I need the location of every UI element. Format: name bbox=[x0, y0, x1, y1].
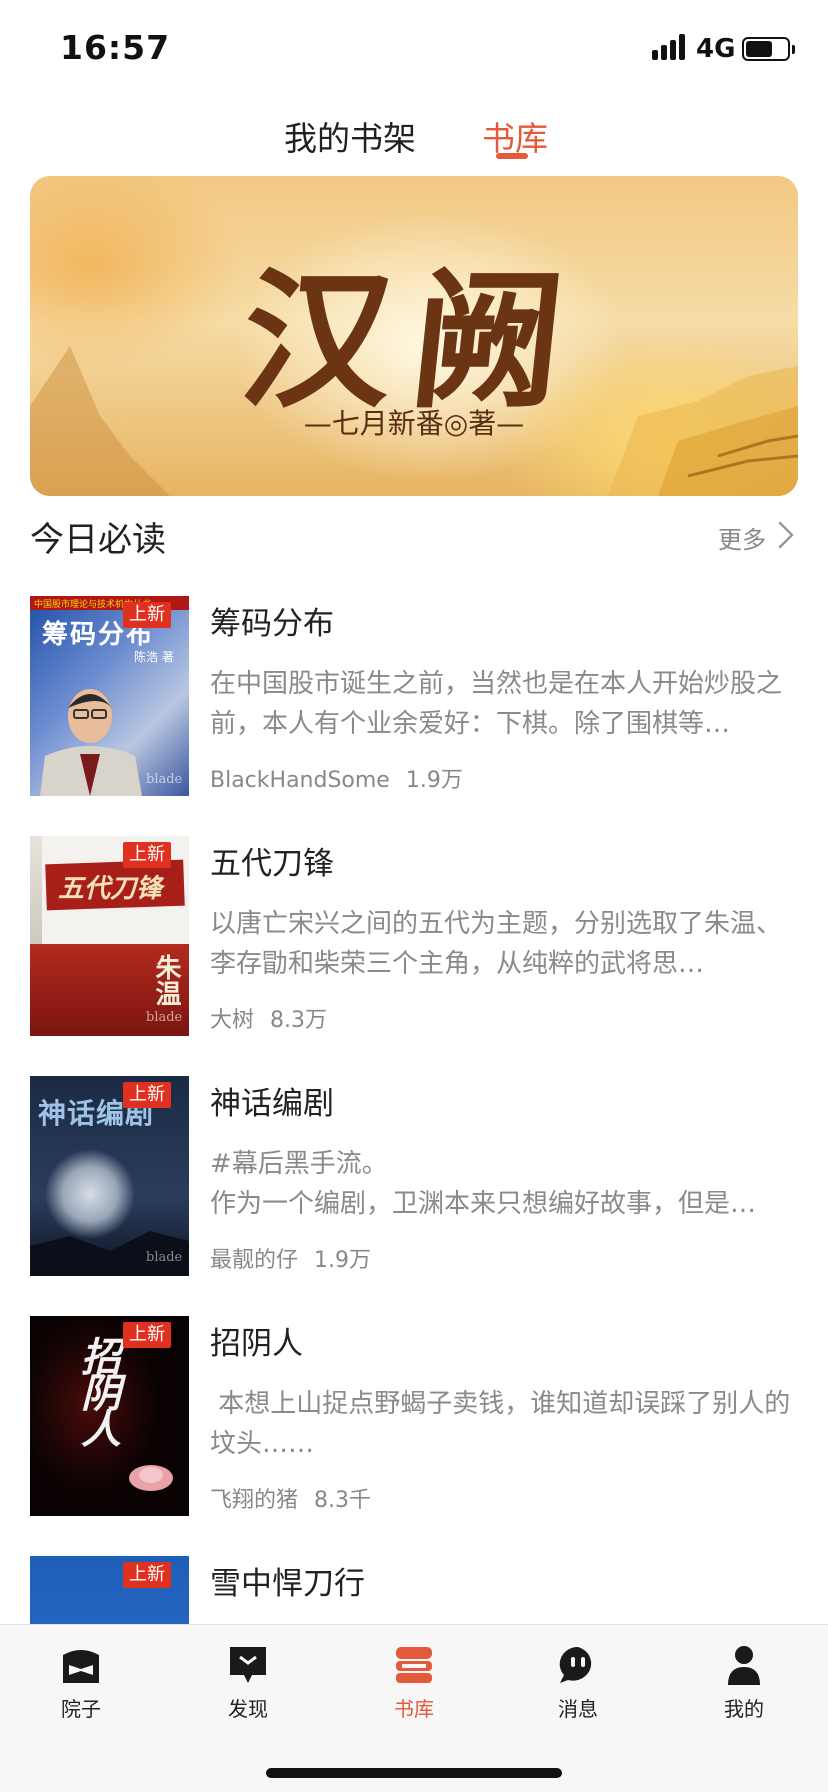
book-description: 在中国股市诞生之前，当然也是在本人开始炒股之前，本人有个业余爱好：下棋。除了围棋… bbox=[210, 669, 783, 739]
book-author: 飞翔的猪 bbox=[210, 1488, 299, 1513]
featured-banner[interactable]: 汉阙 —七月新番◎著— bbox=[30, 176, 798, 496]
network-label: 4G bbox=[696, 34, 736, 64]
active-tab-indicator bbox=[496, 153, 528, 159]
more-link[interactable]: 更多 bbox=[718, 520, 766, 555]
status-time: 16:57 bbox=[60, 28, 171, 67]
tab-my-bookshelf[interactable]: 我的书架 bbox=[284, 112, 416, 160]
read-count: 1.9万 bbox=[405, 768, 463, 793]
nav-discover[interactable]: 发现 bbox=[198, 1643, 298, 1743]
nav-courtyard[interactable]: 院子 bbox=[31, 1643, 131, 1743]
read-count: 8.3千 bbox=[314, 1488, 372, 1513]
new-badge: 上新 bbox=[123, 842, 171, 868]
bottom-nav: 院子 发现 书库 消息 我的 bbox=[0, 1624, 828, 1792]
nav-profile[interactable]: 我的 bbox=[694, 1643, 794, 1743]
book-title: 筹码分布 bbox=[210, 606, 334, 642]
book-title: 神话编剧 bbox=[210, 1086, 334, 1122]
book-description: 本想上山捉点野蝎子卖钱，谁知道却误踩了别人的坟头…… bbox=[210, 1389, 791, 1459]
book-meta: 大树 8.3万 bbox=[210, 1002, 327, 1034]
discover-icon bbox=[230, 1647, 266, 1683]
nav-label: 我的 bbox=[724, 1697, 764, 1721]
section-title: 今日必读 bbox=[30, 520, 166, 560]
book-cover: 中国股市理论与技术机构丛书 筹码分布 陈浩 著 blade 上新 bbox=[30, 596, 189, 796]
book-cover: 招阴人 上新 bbox=[30, 1316, 189, 1516]
book-cover: 神话编剧 blade 上新 bbox=[30, 1076, 189, 1276]
signal-icon bbox=[652, 34, 686, 60]
nav-library[interactable]: 书库 bbox=[364, 1643, 464, 1743]
courtyard-icon bbox=[63, 1650, 99, 1683]
book-title: 招阴人 bbox=[210, 1326, 303, 1362]
nav-label: 消息 bbox=[558, 1697, 598, 1721]
nav-label: 院子 bbox=[61, 1697, 101, 1721]
nav-label: 发现 bbox=[228, 1697, 268, 1721]
message-icon bbox=[559, 1646, 592, 1683]
profile-icon bbox=[728, 1646, 760, 1685]
author-photo bbox=[40, 689, 142, 796]
book-meta: 飞翔的猪 8.3千 bbox=[210, 1482, 371, 1514]
library-icon bbox=[396, 1647, 432, 1683]
book-item[interactable]: 中国股市理论与技术机构丛书 筹码分布 陈浩 著 blade 上新 筹码分布 在中… bbox=[0, 596, 828, 796]
book-meta: 最靓的仔 1.9万 bbox=[210, 1242, 371, 1274]
new-badge: 上新 bbox=[123, 1322, 171, 1348]
cover-landscape bbox=[30, 1231, 189, 1276]
book-item[interactable]: 五代刀锋 朱温 blade 上新 五代刀锋 以唐亡宋兴之间的五代为主题，分别选取… bbox=[0, 836, 828, 1036]
book-title: 雪中悍刀行 bbox=[210, 1566, 365, 1602]
book-item[interactable]: 神话编剧 blade 上新 神话编剧 #幕后黑手流。 作为一个编剧，卫渊本来只想… bbox=[0, 1076, 828, 1276]
top-tabs: 我的书架 书库 bbox=[0, 108, 828, 166]
new-badge: 上新 bbox=[123, 602, 171, 628]
book-title: 五代刀锋 bbox=[210, 846, 334, 882]
banner-author: —七月新番◎著— bbox=[303, 407, 525, 440]
book-cover: 五代刀锋 朱温 blade 上新 bbox=[30, 836, 189, 1036]
new-badge: 上新 bbox=[123, 1082, 171, 1108]
read-count: 8.3万 bbox=[270, 1008, 328, 1033]
battery-cap bbox=[792, 45, 795, 54]
book-item[interactable]: 招阴人 上新 招阴人 本想上山捉点野蝎子卖钱，谁知道却误踩了别人的坟头…… 飞翔… bbox=[0, 1316, 828, 1516]
book-author: BlackHandSome bbox=[210, 768, 390, 793]
battery-icon bbox=[742, 37, 790, 61]
book-meta: BlackHandSome 1.9万 bbox=[210, 762, 463, 794]
book-description: 以唐亡宋兴之间的五代为主题，分别选取了朱温、李存勖和柴荣三个主角，从纯粹的武将思… bbox=[210, 909, 783, 979]
home-indicator[interactable] bbox=[266, 1768, 562, 1778]
nav-label: 书库 bbox=[394, 1697, 434, 1721]
book-author: 大树 bbox=[210, 1008, 255, 1033]
read-count: 1.9万 bbox=[314, 1248, 372, 1273]
flower-illustration bbox=[129, 1465, 173, 1491]
chevron-right-icon[interactable] bbox=[774, 520, 798, 550]
new-badge: 上新 bbox=[123, 1562, 171, 1588]
book-description: #幕后黑手流。 作为一个编剧，卫渊本来只想编好故事，但是… bbox=[210, 1149, 757, 1219]
book-author: 最靓的仔 bbox=[210, 1248, 299, 1273]
status-bar: 16:57 4G bbox=[0, 0, 828, 100]
nav-messages[interactable]: 消息 bbox=[528, 1643, 628, 1743]
